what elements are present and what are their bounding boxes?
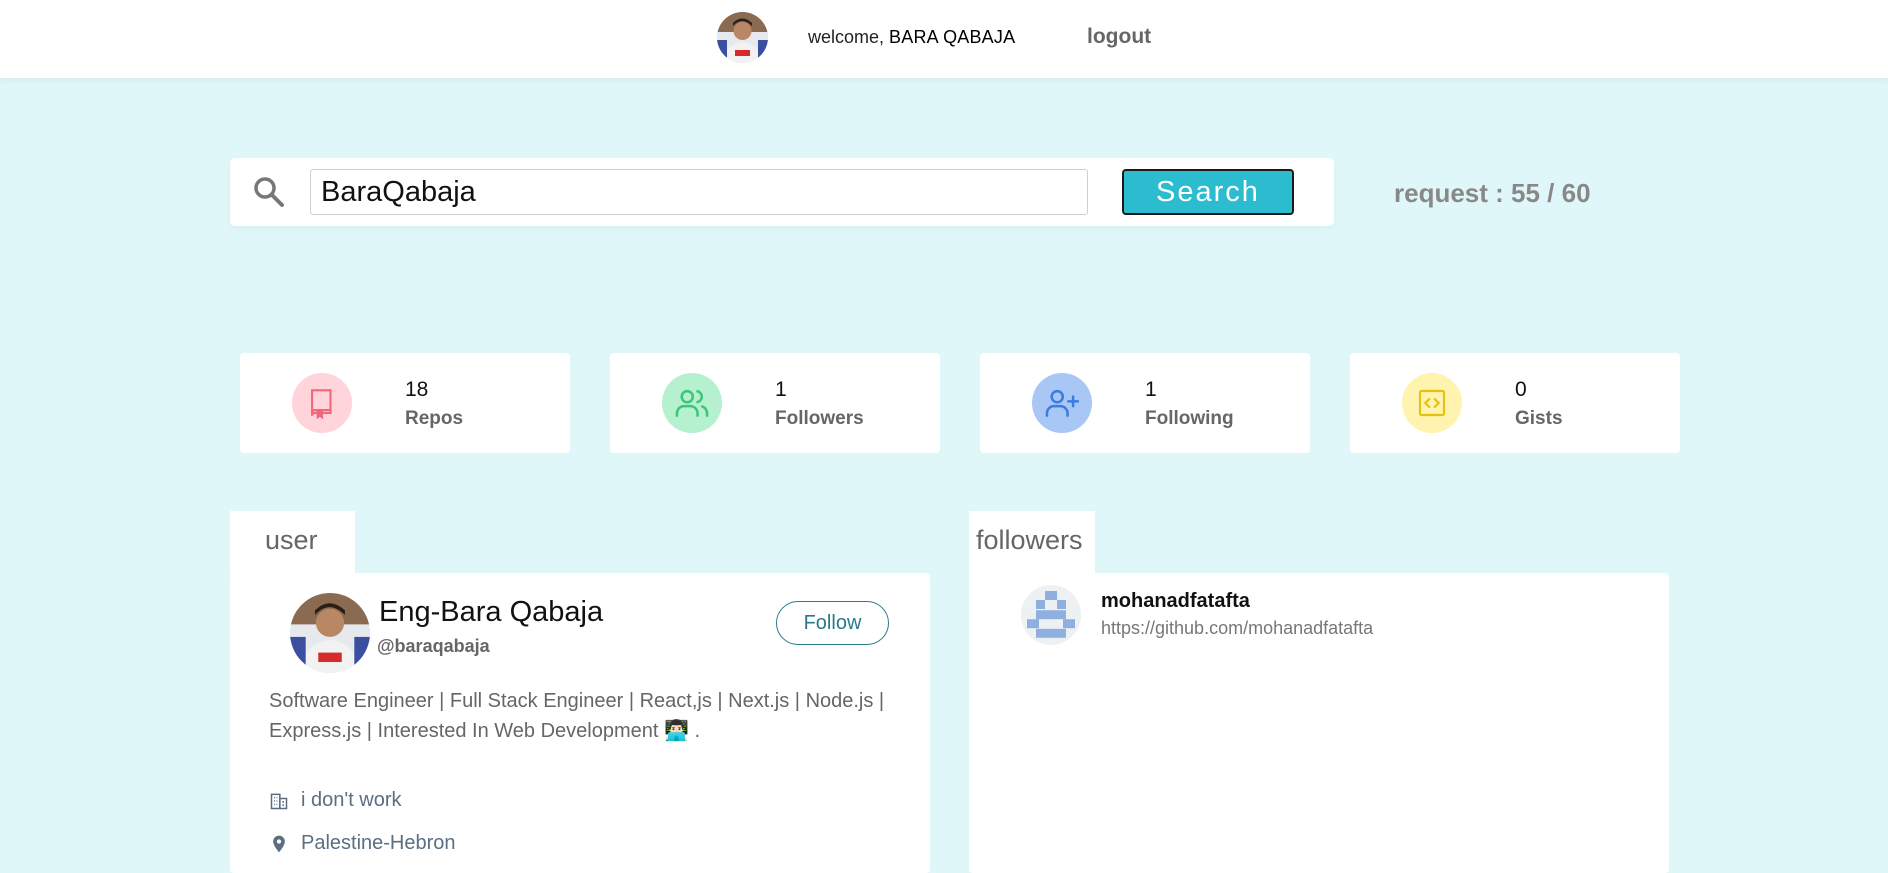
user-company: i don't work	[269, 789, 402, 812]
stat-card-following: 1 Following	[980, 353, 1310, 453]
follow-button[interactable]: Follow	[776, 601, 889, 645]
search-icon	[254, 177, 284, 207]
tab-user-label: user	[265, 525, 318, 555]
logout-button[interactable]: logout	[1087, 25, 1151, 49]
stat-value: 0	[1515, 378, 1527, 401]
stat-value: 1	[775, 378, 787, 401]
search-input[interactable]	[310, 169, 1088, 215]
follower-profile-link[interactable]: https://github.com/mohanadfatafta	[1101, 618, 1373, 639]
tab-followers-label: followers	[976, 525, 1083, 555]
user-location: Palestine-Hebron	[269, 832, 456, 855]
follower-login: mohanadfatafta	[1101, 590, 1250, 612]
user-plus-icon	[1032, 373, 1092, 433]
search-button[interactable]: Search	[1122, 169, 1294, 215]
tab-followers: followers	[969, 511, 1095, 575]
followers-card: mohanadfatafta https://github.com/mohana…	[969, 573, 1669, 873]
user-handle: @baraqabaja	[377, 636, 490, 656]
user-full-name: Eng-Bara Qabaja	[379, 596, 604, 628]
stat-value: 18	[405, 378, 429, 401]
stat-label: Repos	[405, 408, 464, 429]
building-icon	[270, 793, 288, 809]
book-icon	[292, 373, 352, 433]
user-company-text: i don't work	[301, 789, 402, 811]
stat-card-gists: 0 Gists	[1350, 353, 1680, 453]
user-avatar	[717, 12, 768, 63]
welcome-user-name: BARA QABAJA	[889, 27, 1016, 47]
follower-avatar	[1021, 585, 1081, 645]
stat-label: Followers	[775, 408, 864, 429]
users-icon	[662, 373, 722, 433]
user-card: Eng-Bara Qabaja @baraqabaja Follow Softw…	[230, 573, 930, 873]
search-form: Search	[230, 158, 1334, 226]
stat-label: Gists	[1515, 408, 1563, 429]
welcome-text: welcome, BARA QABAJA	[808, 27, 1015, 48]
identicon-avatar	[1021, 585, 1081, 645]
location-pin-icon	[273, 835, 285, 852]
stat-card-repos: 18 Repos	[240, 353, 570, 453]
avatar-photo	[717, 12, 768, 63]
code-icon	[1402, 373, 1462, 433]
user-avatar	[290, 593, 370, 673]
tab-user: user	[230, 511, 355, 575]
stat-card-followers: 1 Followers	[610, 353, 940, 453]
user-location-text: Palestine-Hebron	[301, 832, 456, 854]
user-bio: Software Engineer | Full Stack Engineer …	[269, 690, 885, 742]
avatar-photo	[290, 593, 370, 673]
stat-value: 1	[1145, 378, 1157, 401]
request-counter: request : 55 / 60	[1394, 178, 1591, 208]
top-navbar: welcome, BARA QABAJA logout	[0, 0, 1888, 78]
stat-label: Following	[1145, 408, 1234, 429]
welcome-prefix: welcome,	[808, 27, 885, 47]
